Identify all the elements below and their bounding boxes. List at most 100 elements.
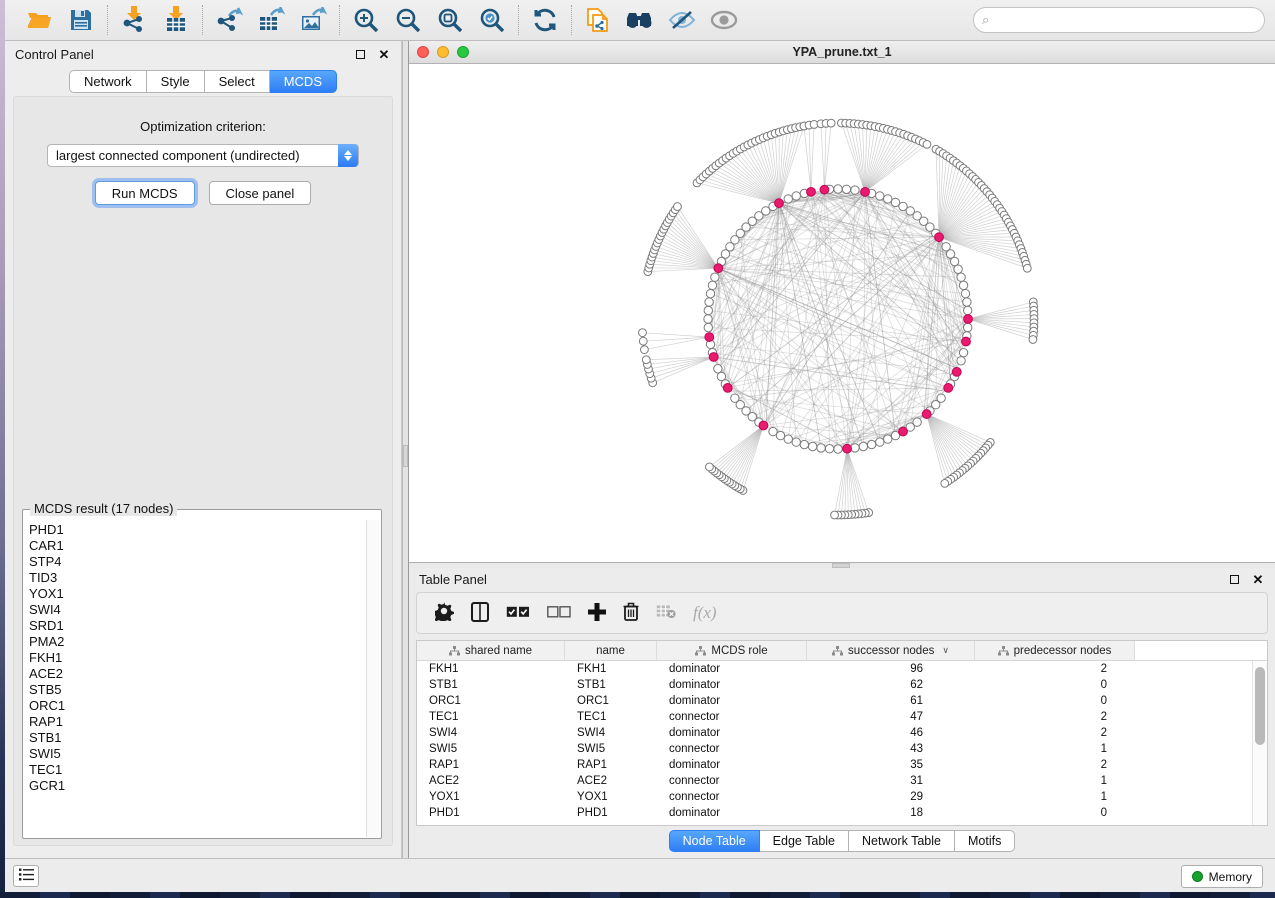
close-panel-action-button[interactable]: Close panel	[209, 181, 312, 205]
mcds-result-item[interactable]: ORC1	[29, 698, 366, 714]
task-history-button[interactable]	[13, 865, 39, 887]
cell-name: YOX1	[565, 791, 657, 803]
first-neighbors-button[interactable]	[624, 5, 656, 35]
zoom-selected-button[interactable]	[476, 5, 508, 35]
mcds-result-item[interactable]: ACE2	[29, 666, 366, 682]
mcds-result-item[interactable]: TID3	[29, 570, 366, 586]
table-row[interactable]: TEC1TEC1connector472	[417, 709, 1252, 725]
list-icon	[19, 868, 34, 884]
open-file-button[interactable]	[23, 5, 55, 35]
refresh-view-button[interactable]	[529, 5, 561, 35]
tab-network-table[interactable]: Network Table	[849, 830, 955, 852]
column-header-predecessor-nodes[interactable]: predecessor nodes	[975, 641, 1135, 660]
delete-table-button[interactable]	[656, 604, 676, 622]
zoom-fit-button[interactable]	[434, 5, 466, 35]
memory-label: Memory	[1209, 870, 1252, 884]
vertical-splitter-grip[interactable]	[403, 445, 408, 467]
criterion-dropdown[interactable]: largest connected component (undirected)	[47, 144, 359, 167]
zoom-out-button[interactable]	[392, 5, 424, 35]
column-header-name[interactable]: name	[565, 641, 657, 660]
close-table-panel-button[interactable]: ✕	[1251, 572, 1265, 586]
zoom-in-button[interactable]	[350, 5, 382, 35]
mcds-result-item[interactable]: STB1	[29, 730, 366, 746]
add-column-button[interactable]	[588, 603, 606, 624]
run-mcds-button[interactable]: Run MCDS	[95, 181, 195, 205]
vertical-splitter[interactable]	[402, 41, 409, 858]
import-table-icon	[163, 6, 189, 34]
delete-column-button[interactable]	[623, 602, 639, 624]
mcds-result-item[interactable]: PMA2	[29, 634, 366, 650]
hide-selected-button[interactable]	[666, 5, 698, 35]
deselect-all-rows-button[interactable]	[547, 606, 571, 621]
tab-style[interactable]: Style	[147, 70, 205, 93]
float-panel-button[interactable]	[353, 48, 367, 62]
table-row[interactable]: ACE2ACE2connector311	[417, 773, 1252, 789]
mcds-result-item[interactable]: TEC1	[29, 762, 366, 778]
show-column-button[interactable]	[471, 602, 489, 625]
cell-predecessor-nodes: 0	[975, 679, 1135, 691]
mcds-result-item[interactable]: PHD1	[29, 522, 366, 538]
show-all-button[interactable]	[708, 5, 740, 35]
cell-successor-nodes: 61	[807, 695, 975, 707]
table-scrollbar[interactable]	[1252, 661, 1267, 825]
tab-motifs[interactable]: Motifs	[955, 830, 1015, 852]
select-all-rows-button[interactable]	[506, 606, 530, 621]
duplicate-network-button[interactable]	[582, 5, 614, 35]
save-session-button[interactable]	[65, 5, 97, 35]
table-row[interactable]: FKH1FKH1dominator962	[417, 661, 1252, 677]
cell-mcds-role: dominator	[657, 695, 807, 707]
float-table-panel-button[interactable]	[1227, 572, 1241, 586]
column-header-successor-nodes[interactable]: successor nodes∨	[807, 641, 975, 660]
control-panel-title: Control Panel	[15, 47, 94, 62]
mcds-result-item[interactable]: STB5	[29, 682, 366, 698]
search-input[interactable]	[973, 7, 1265, 33]
tab-network[interactable]: Network	[69, 70, 147, 93]
function-builder-button[interactable]: f(x)	[693, 603, 717, 623]
window-maximize-icon[interactable]	[457, 46, 469, 58]
cell-shared-name: YOX1	[417, 791, 565, 803]
import-table-button[interactable]	[160, 5, 192, 35]
mcds-result-item[interactable]: CAR1	[29, 538, 366, 554]
table-scrollbar-thumb[interactable]	[1255, 667, 1265, 745]
table-row[interactable]: SWI4SWI4dominator462	[417, 725, 1252, 741]
mcds-result-item[interactable]: SWI5	[29, 746, 366, 762]
tab-edge-table[interactable]: Edge Table	[760, 830, 849, 852]
column-header-shared-name[interactable]: shared name	[417, 641, 565, 660]
network-window-titlebar[interactable]: YPA_prune.txt_1	[409, 41, 1275, 64]
mcds-result-listbox[interactable]: PHD1CAR1STP4TID3YOX1SWI4SRD1PMA2FKH1ACE2…	[22, 509, 382, 839]
tab-mcds[interactable]: MCDS	[270, 70, 337, 93]
memory-button[interactable]: Memory	[1181, 865, 1263, 888]
column-header-MCDS-role[interactable]: MCDS role	[657, 641, 807, 660]
export-image-button[interactable]	[297, 5, 329, 35]
table-row[interactable]: YOX1YOX1connector291	[417, 789, 1252, 805]
table-row[interactable]: RAP1RAP1dominator352	[417, 757, 1252, 773]
tab-select[interactable]: Select	[205, 70, 270, 93]
table-row[interactable]: ORC1ORC1dominator610	[417, 693, 1252, 709]
mcds-result-item[interactable]: SRD1	[29, 618, 366, 634]
mcds-result-item[interactable]: YOX1	[29, 586, 366, 602]
table-row[interactable]: STB1STB1dominator620	[417, 677, 1252, 693]
tab-node-table[interactable]: Node Table	[669, 830, 760, 852]
window-minimize-icon[interactable]	[437, 46, 449, 58]
mcds-result-item[interactable]: FKH1	[29, 650, 366, 666]
zoom-in-icon	[353, 7, 380, 34]
mcds-result-item[interactable]: SWI4	[29, 602, 366, 618]
table-row[interactable]: SWI5SWI5connector431	[417, 741, 1252, 757]
mcds-result-item[interactable]: STP4	[29, 554, 366, 570]
table-settings-button[interactable]	[435, 602, 454, 624]
cell-shared-name: SWI4	[417, 727, 565, 739]
mcds-result-item[interactable]: GCR1	[29, 778, 366, 794]
mcds-result-scrollbar[interactable]	[366, 520, 380, 837]
application-window: ⌕ Control Panel ✕ NetworkStyleSelectMCDS…	[0, 0, 1275, 898]
export-network-button[interactable]	[213, 5, 245, 35]
cell-successor-nodes: 29	[807, 791, 975, 803]
network-canvas[interactable]	[409, 64, 1273, 562]
mcds-result-item[interactable]: RAP1	[29, 714, 366, 730]
cell-name: ACE2	[565, 775, 657, 787]
export-table-button[interactable]	[255, 5, 287, 35]
close-panel-button[interactable]: ✕	[377, 48, 391, 62]
cell-mcds-role: dominator	[657, 807, 807, 819]
table-row[interactable]: PHD1PHD1dominator180	[417, 805, 1252, 821]
import-network-button[interactable]	[118, 5, 150, 35]
window-close-icon[interactable]	[417, 46, 429, 58]
